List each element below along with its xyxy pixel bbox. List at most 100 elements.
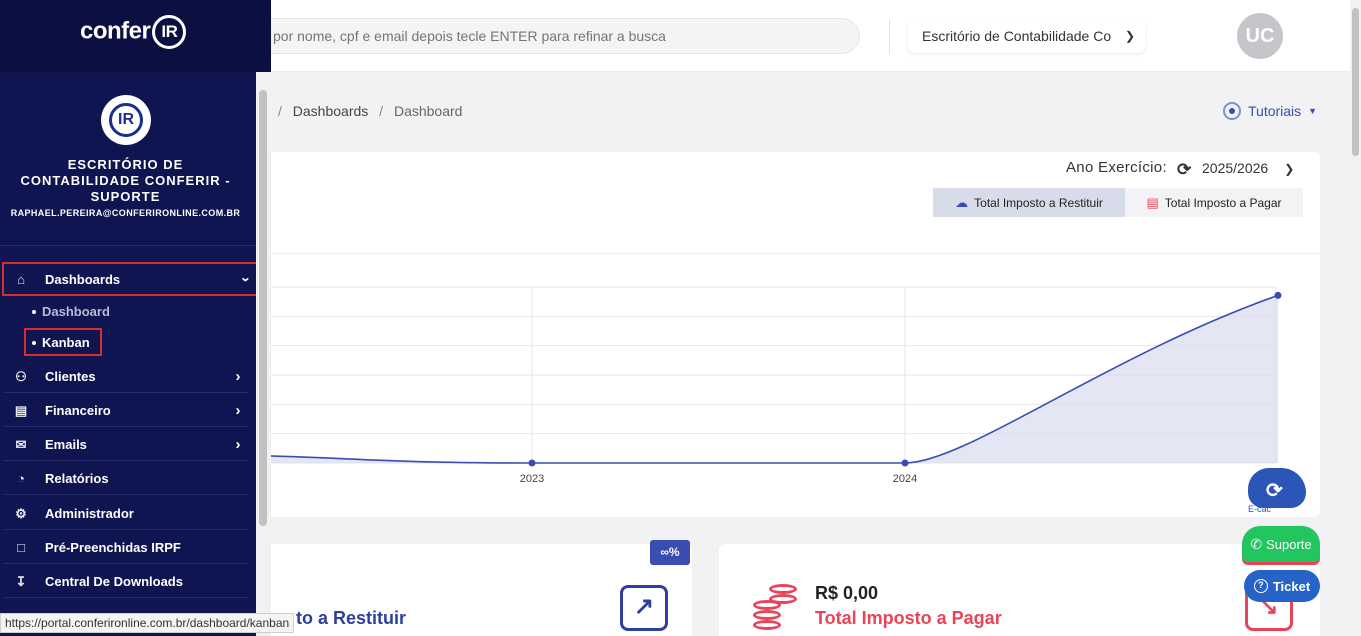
sidebar-item-label: Dashboards	[45, 271, 121, 287]
toggle-pagar-button[interactable]: ▤ Total Imposto a Pagar	[1125, 188, 1303, 217]
org-name-line: CONTABILIDADE CONFERIR -	[20, 173, 231, 188]
org-email: RAPHAEL.PEREIRA@CONFERIRONLINE.COM.BR	[10, 208, 241, 218]
ticket-label: Ticket	[1272, 578, 1311, 594]
x-tick-label: 2023	[520, 473, 544, 485]
sidebar-item-pre-preenchidas[interactable]: □ Pré-Preenchidas IRPF	[4, 532, 248, 564]
sidebar-item-label: Pré-Preenchidas IRPF	[45, 540, 181, 555]
toggle-restituir-label: Total Imposto a Restituir	[974, 195, 1103, 210]
chart-ticks: 2023 2024	[520, 473, 917, 485]
user-cog-icon: ⚙	[15, 505, 27, 521]
ecac-button[interactable]: ⟳ E-cac	[1246, 468, 1308, 516]
data-point	[528, 459, 536, 467]
avatar[interactable]: UC	[1237, 13, 1283, 59]
refresh-icon[interactable]: ⟳	[1177, 160, 1191, 180]
submenu-label: Dashboard	[42, 304, 110, 319]
submenu-item-kanban[interactable]: Kanban	[32, 335, 90, 350]
sidebar-item-dashboards[interactable]: ⌂ Dashboards ›	[2, 262, 258, 296]
trend-up-icon: ↗	[620, 585, 668, 631]
sidebar-item-clientes[interactable]: ⚇ Clientes ›	[4, 361, 248, 393]
users-icon: ⚇	[15, 368, 27, 384]
page-scrollbar-thumb[interactable]	[1352, 8, 1359, 156]
sidebar-item-administrador[interactable]: ⚙ Administrador	[4, 498, 248, 530]
breadcrumb-current: Dashboard	[393, 103, 463, 119]
sidebar-item-label: Central De Downloads	[45, 574, 183, 589]
suporte-button[interactable]: ✆ Suporte	[1242, 526, 1320, 562]
chevron-right-icon: ›	[235, 402, 241, 419]
download-icon: ↧	[15, 573, 27, 589]
breadcrumb-separator: /	[278, 103, 282, 119]
chart-area-series	[256, 294, 1279, 464]
sidebar-item-emails[interactable]: ✉ Emails ›	[4, 429, 248, 461]
tutorials-label: Tutoriais	[1248, 103, 1302, 119]
brand-text: confer	[80, 17, 151, 45]
sidebar-item-downloads[interactable]: ↧ Central De Downloads	[4, 566, 248, 598]
brand-logo[interactable]: confer IR	[80, 15, 187, 49]
card-pagar-value: R$ 0,00	[815, 583, 879, 603]
chevron-right-icon: ›	[235, 436, 241, 453]
coins-stack-icon	[753, 584, 801, 634]
sidebar-scrollbar-thumb[interactable]	[259, 90, 267, 526]
submenu-label: Kanban	[42, 335, 90, 350]
year-select-value: 2025/2026	[1202, 160, 1269, 176]
percent-badge: ∞%	[650, 540, 690, 565]
sidebar-item-label: Administrador	[45, 506, 134, 521]
card-pagar-title: Total Imposto a Pagar	[815, 608, 1002, 628]
submenu-item-dashboard[interactable]: Dashboard	[32, 304, 110, 319]
chevron-down-icon: ❯	[1124, 29, 1135, 43]
question-icon: ?	[1253, 579, 1268, 593]
chart-card: Ano Exercício: ⟳ 2025/2026 ❯ ☁ Total Impo…	[256, 152, 1320, 517]
tax-chart: 2023 2024	[256, 286, 1282, 485]
org-name: ESCRITÓRIO DE CONTABILIDADE CONFERIR - S…	[0, 157, 251, 205]
card-restituir: ∞% to a Restituir ↗	[256, 540, 692, 636]
org-logo-mark: IR	[109, 103, 143, 137]
x-tick-label: 2024	[893, 473, 917, 485]
card-restituir-title: to a Restituir	[296, 608, 407, 628]
data-point	[901, 459, 909, 467]
org-name-line: ESCRITÓRIO DE	[67, 157, 184, 172]
whatsapp-icon: ✆	[1250, 535, 1263, 552]
ticket-button[interactable]: ? Ticket	[1244, 570, 1320, 602]
sidebar-item-label: Emails	[45, 437, 87, 452]
tutorials-dropdown[interactable]: Tutoriais ▼	[1223, 102, 1317, 120]
toggle-restituir-button[interactable]: ☁ Total Imposto a Restituir	[933, 188, 1125, 217]
search-input[interactable]	[256, 18, 860, 54]
status-url: https://portal.conferironline.com.br/das…	[0, 613, 295, 633]
page-scrollbar[interactable]	[1350, 0, 1361, 636]
hand-coin-icon: ☁	[955, 194, 969, 210]
brand-ir-mark: IR	[152, 15, 187, 49]
breadcrumb-dashboards[interactable]: Dashboards	[293, 103, 369, 119]
chevron-down-icon: ❯	[1284, 162, 1295, 176]
year-select[interactable]: 2025/2026 ❯	[1202, 160, 1294, 176]
caret-down-icon: ▼	[1308, 106, 1318, 116]
sidebar-item-label: Relatórios	[45, 471, 109, 486]
header-divider	[889, 20, 890, 54]
org-name-line: SUPORTE	[90, 189, 161, 204]
toggle-pagar-label: Total Imposto a Pagar	[1164, 195, 1282, 210]
suporte-label: Suporte	[1266, 536, 1312, 552]
sidebar-scrollbar[interactable]	[256, 72, 271, 636]
sidebar-item-financeiro[interactable]: ▤ Financeiro ›	[4, 395, 248, 427]
sidebar-item-label: Clientes	[45, 369, 96, 384]
sync-icon: ⟳	[1266, 480, 1283, 502]
bullet-icon	[32, 309, 36, 314]
document-icon: □	[17, 540, 25, 555]
home-icon: ⌂	[17, 271, 25, 287]
sidebar-logo-area: confer IR	[0, 0, 271, 72]
org-logo: IR	[101, 95, 151, 145]
bullet-icon	[32, 340, 36, 345]
sidebar: confer IR IR ESCRITÓRIO DE CONTABILIDADE …	[0, 0, 271, 636]
sidebar-item-relatorios[interactable]: ◔ Relatórios	[4, 463, 248, 495]
office-select[interactable]: Escritório de Contabilidade Co ❯	[908, 19, 1145, 53]
mail-icon: ✉	[15, 436, 27, 452]
chevron-right-icon: ›	[235, 368, 241, 385]
chevron-down-icon: ›	[237, 276, 255, 282]
data-point	[1274, 291, 1282, 299]
ecac-label: E-cac	[1248, 504, 1272, 514]
sidebar-divider	[0, 245, 256, 246]
target-icon	[1223, 102, 1241, 120]
card-icon: ▤	[14, 402, 28, 418]
year-label: Ano Exercício:	[1066, 159, 1167, 176]
breadcrumb-separator: /	[379, 103, 384, 119]
coins-icon: ▤	[1146, 194, 1159, 210]
pie-chart-icon: ◔	[17, 471, 25, 486]
